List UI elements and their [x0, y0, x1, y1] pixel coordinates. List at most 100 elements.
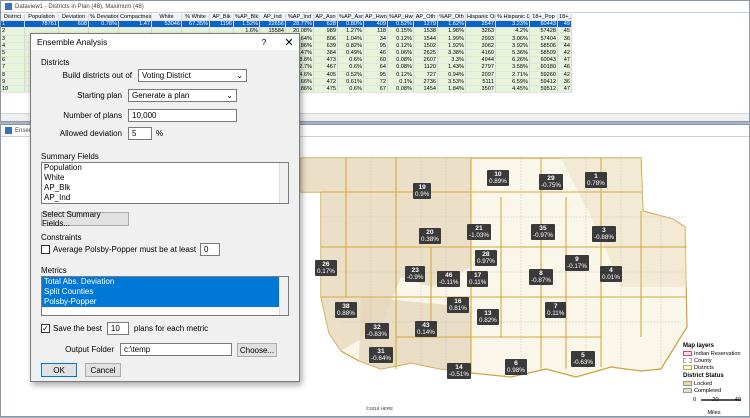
column-header[interactable]: %AP_Blk: [234, 14, 260, 22]
list-scrollbar[interactable]: [279, 163, 288, 203]
table-cell: 47: [558, 85, 572, 94]
metrics-list[interactable]: Total Abs. Deviation Split Counties Polsby…: [41, 276, 289, 316]
build-from-select[interactable]: Voting District ⌄: [138, 69, 247, 82]
number-of-plans-input[interactable]: 10,000: [128, 109, 237, 122]
column-header[interactable]: Hispanic Origin: [466, 14, 496, 22]
district-label[interactable]: 35 -0.97%: [531, 224, 555, 240]
table-cell: 95: [364, 42, 388, 50]
table-header-row[interactable]: District Population Deviation% Deviation Co…: [1, 14, 749, 22]
save-count-input[interactable]: 10: [106, 322, 129, 335]
district-label[interactable]: 29 -0.75%: [539, 174, 563, 190]
list-item[interactable]: AP_Ind: [42, 193, 288, 203]
column-header[interactable]: 18+_W: [558, 14, 572, 22]
district-label[interactable]: 1 0.78%: [585, 172, 607, 188]
district-label[interactable]: 19 0.9%: [413, 183, 432, 199]
district-label[interactable]: 8 -0.87%: [529, 269, 553, 285]
district-id: 13: [484, 310, 492, 317]
list-item[interactable]: Population: [42, 163, 288, 173]
list-item[interactable]: White: [42, 173, 288, 183]
district-label[interactable]: 32 -0.83%: [365, 323, 389, 339]
district-deviation: 0.98%: [507, 367, 525, 374]
close-icon[interactable]: ✕: [279, 36, 299, 49]
district-label[interactable]: 20 0.38%: [419, 228, 441, 244]
column-header[interactable]: AP_Asn: [314, 14, 338, 22]
column-header[interactable]: %AP_Oth: [438, 14, 466, 22]
district-label[interactable]: 4 0.01%: [600, 266, 622, 282]
district-label[interactable]: 46 -0.11%: [437, 271, 461, 287]
table-cell: 727: [414, 71, 438, 79]
district-label[interactable]: 10 0.89%: [487, 170, 509, 186]
district-label[interactable]: 7 0.11%: [545, 302, 567, 318]
column-header[interactable]: White: [152, 14, 182, 22]
column-header[interactable]: Deviation: [59, 14, 89, 22]
district-label[interactable]: 5 -0.63%: [571, 351, 595, 367]
table-cell: 3: [1, 35, 25, 43]
column-header[interactable]: % White: [182, 14, 210, 22]
list-item[interactable]: Polsby-Popper: [42, 297, 288, 307]
list-item[interactable]: Total Abs. Deviation: [42, 277, 288, 287]
map-legend: Map layers Indian Reservation County Dis…: [683, 343, 745, 416]
choose-folder-button[interactable]: Choose...: [237, 343, 277, 357]
district-label[interactable]: 31 -0.64%: [369, 347, 393, 363]
output-folder-input[interactable]: c:\temp: [120, 343, 232, 356]
district-label[interactable]: 21 -1.03%: [467, 224, 491, 240]
table-cell: 1.84%: [438, 85, 466, 94]
summary-fields-label: Summary Fields: [41, 152, 99, 161]
column-header[interactable]: % Hispanic Origin: [496, 14, 530, 22]
column-header[interactable]: AP_Hwn: [364, 14, 388, 22]
pp-label: Average Polsby-Popper must be at least: [53, 245, 197, 254]
table-cell: 3.38%: [438, 49, 466, 58]
list-item[interactable]: Split Counties: [42, 287, 288, 297]
cancel-button[interactable]: Cancel: [85, 363, 121, 377]
district-label[interactable]: 23 -0.9%: [405, 266, 426, 282]
column-header[interactable]: AP_Blk: [210, 14, 234, 22]
allowed-deviation-input[interactable]: 5: [128, 127, 152, 140]
column-header[interactable]: Compactness: [119, 14, 152, 22]
dialog-title: Ensemble Analysis: [37, 37, 108, 47]
list-item[interactable]: AP_Blk: [42, 183, 288, 193]
district-label[interactable]: 43 0.14%: [415, 321, 437, 337]
table-row[interactable]: 1 78761 608 0.78% 1.47 53046 67.35% 1196 1.52% 22…: [1, 21, 749, 29]
table-cell: 0.08%: [388, 57, 414, 65]
polsby-popper-checkbox[interactable]: [41, 245, 50, 254]
table-cell: 6: [1, 57, 25, 65]
district-label[interactable]: 16 0.81%: [447, 297, 469, 313]
district-label[interactable]: 3 -0.88%: [592, 226, 616, 242]
table-cell: 0.15%: [388, 28, 414, 36]
chevron-down-icon: ⌄: [226, 91, 233, 100]
district-label[interactable]: 38 0.88%: [335, 302, 357, 318]
column-header[interactable]: AP_Oth: [414, 14, 438, 22]
map-copyright: ©2018 HERE: [366, 406, 394, 411]
district-label[interactable]: 14 -0.51%: [447, 363, 471, 379]
district-label[interactable]: 17 0.11%: [467, 271, 489, 287]
column-header[interactable]: %AP_Hwn: [388, 14, 414, 22]
table-cell: 64: [364, 64, 388, 72]
table-cell: 4.2%: [496, 28, 530, 36]
column-header[interactable]: %AP_Asn: [338, 14, 364, 22]
list-scrollbar[interactable]: [279, 277, 288, 315]
district-label[interactable]: 26 0.17%: [315, 260, 337, 276]
column-header[interactable]: Population: [25, 14, 59, 22]
column-header[interactable]: % Deviation: [89, 14, 119, 22]
column-header[interactable]: %AP_Ind: [286, 14, 314, 22]
column-header[interactable]: District: [1, 14, 25, 22]
help-icon[interactable]: ?: [257, 37, 271, 47]
district-label[interactable]: 9 -0.17%: [565, 255, 589, 271]
table-cell: 5.36%: [496, 49, 530, 58]
select-summary-fields-button[interactable]: Select Summary Fields...: [41, 210, 129, 228]
summary-fields-list[interactable]: Population White AP_Blk AP_Ind: [41, 162, 289, 204]
district-id: 35: [539, 225, 547, 232]
save-best-checkbox[interactable]: ✓: [41, 324, 50, 333]
ok-button[interactable]: OK: [41, 363, 77, 377]
table-cell: 67.35%: [182, 21, 210, 29]
table-cell: 473: [314, 57, 338, 65]
district-label[interactable]: 6 0.98%: [505, 359, 527, 375]
table-cell: 7: [1, 64, 25, 72]
starting-plan-select[interactable]: Generate a plan ⌄: [128, 89, 237, 102]
table-cell: 0.12%: [388, 42, 414, 50]
column-header[interactable]: 18+_Pop: [530, 14, 558, 22]
pp-threshold-input[interactable]: 0: [200, 243, 221, 256]
district-label[interactable]: 28 0.97%: [475, 250, 497, 266]
district-label[interactable]: 13 0.82%: [477, 309, 499, 325]
column-header[interactable]: AP_Ind: [260, 14, 286, 22]
